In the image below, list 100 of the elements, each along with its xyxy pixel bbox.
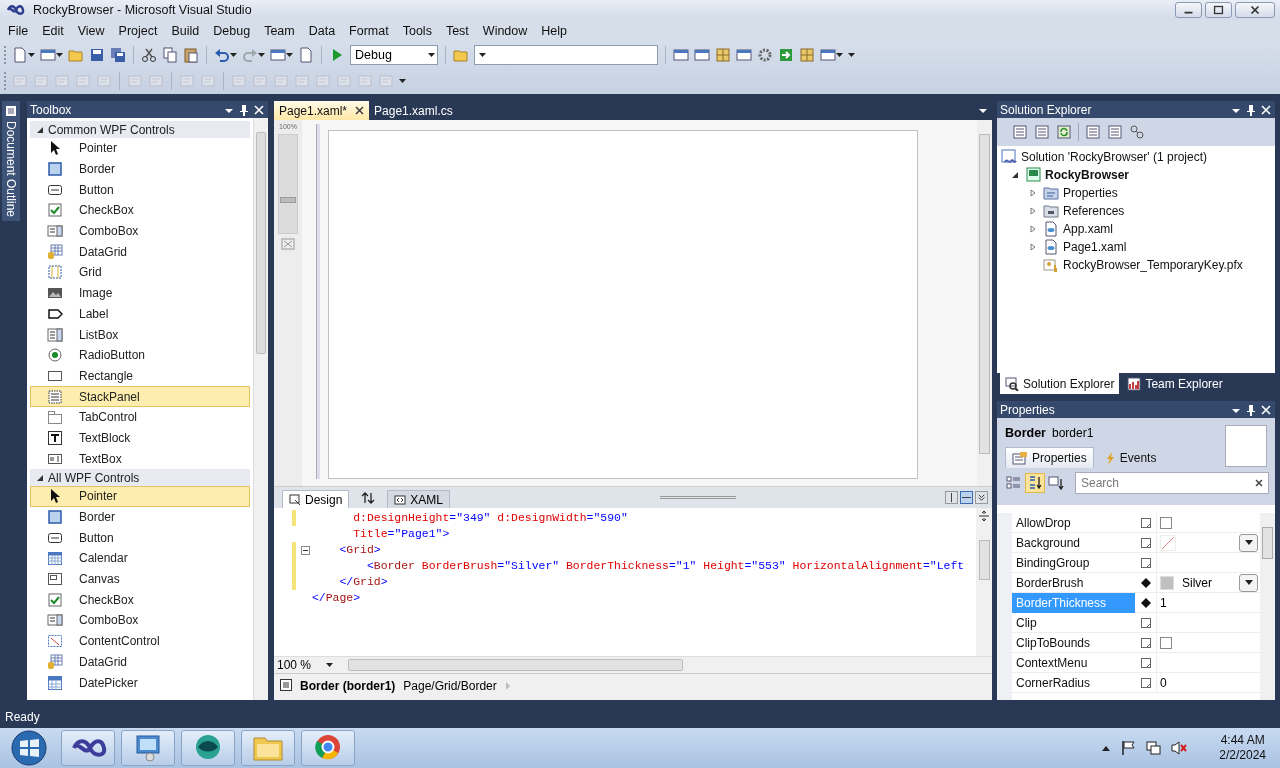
new-document-icon[interactable] xyxy=(12,47,28,63)
menu-item[interactable]: Format xyxy=(342,24,396,38)
breadcrumb-path[interactable]: Page/Grid/Border xyxy=(403,679,497,693)
breadcrumb-element[interactable]: Border (border1) xyxy=(300,679,396,693)
document-tab[interactable]: Page1.xaml* xyxy=(274,101,370,120)
layout-button[interactable] xyxy=(975,491,988,504)
collapsed-arrow-icon[interactable] xyxy=(1029,225,1037,233)
split-icon[interactable] xyxy=(978,510,990,522)
group-header[interactable]: All WPF Controls xyxy=(30,469,250,486)
toolbox-item[interactable]: CheckBox xyxy=(30,200,250,221)
gear-icon[interactable] xyxy=(757,47,773,63)
tray-arrow-icon[interactable] xyxy=(1101,744,1112,752)
window-icon[interactable] xyxy=(736,47,752,63)
pin-icon[interactable] xyxy=(239,103,249,116)
documents-icon[interactable] xyxy=(1034,124,1050,140)
default-value-icon[interactable] xyxy=(1140,617,1151,628)
property-name[interactable]: AllowDrop xyxy=(1012,512,1135,533)
tree-item[interactable]: References xyxy=(1063,204,1125,218)
scrollbar-thumb[interactable] xyxy=(979,134,990,454)
toolbox-item[interactable]: Button xyxy=(30,179,250,201)
property-name[interactable]: BorderBrush xyxy=(1012,572,1135,593)
toolbox-item[interactable]: Border xyxy=(30,158,250,180)
expanded-arrow-icon[interactable] xyxy=(1011,171,1019,179)
scrollbar-thumb[interactable] xyxy=(978,540,990,580)
panel-tab[interactable]: Events xyxy=(1097,447,1163,468)
network-icon[interactable] xyxy=(1145,740,1162,756)
zoom-slider-thumb[interactable] xyxy=(280,197,296,203)
checkbox[interactable] xyxy=(1160,516,1172,529)
taskbar-button[interactable] xyxy=(301,730,355,766)
toolbox-item[interactable]: Grid xyxy=(30,262,250,283)
toolbox-item[interactable]: TextBox xyxy=(30,448,250,469)
panel-tab[interactable]: Team Explorer xyxy=(1122,373,1228,394)
local-value-icon[interactable] xyxy=(1140,577,1151,588)
collapsed-arrow-icon[interactable] xyxy=(1029,243,1037,251)
menu-item[interactable]: View xyxy=(70,24,112,38)
navigate-icon[interactable] xyxy=(270,47,286,63)
caret-icon[interactable] xyxy=(56,52,63,58)
toolbox-item[interactable]: Label xyxy=(30,303,250,325)
toolbox-item[interactable]: Pointer xyxy=(30,486,250,507)
menu-item[interactable]: Tools xyxy=(395,24,439,38)
copy-icon[interactable] xyxy=(162,47,178,63)
dropdown-button[interactable] xyxy=(1239,573,1258,592)
toolbox-item[interactable]: DataGrid xyxy=(30,651,250,673)
taskbar-button[interactable] xyxy=(61,730,115,766)
default-value-icon[interactable] xyxy=(1140,537,1151,548)
grid-icon[interactable] xyxy=(799,47,815,63)
menu-item[interactable]: Build xyxy=(164,24,207,38)
taskbar-button[interactable] xyxy=(181,730,235,766)
menu-item[interactable]: Help xyxy=(534,24,574,38)
tree-item[interactable]: Solution 'RockyBrowser' (1 project) xyxy=(1021,150,1207,164)
default-value-icon[interactable] xyxy=(1140,517,1151,528)
document-icon[interactable] xyxy=(1085,124,1101,140)
close-icon[interactable] xyxy=(355,106,365,115)
layout-button[interactable] xyxy=(960,491,973,504)
toolbox-item[interactable]: ComboBox xyxy=(30,220,250,242)
view-mode-button[interactable] xyxy=(1005,474,1023,492)
panel-tab[interactable]: Properties xyxy=(1005,447,1094,468)
platform-dropdown[interactable] xyxy=(474,45,658,65)
menu-item[interactable]: Test xyxy=(438,24,476,38)
toolbox-item[interactable]: TabControl xyxy=(30,406,250,428)
default-value-icon[interactable] xyxy=(1140,557,1151,568)
scrollbar-thumb[interactable] xyxy=(1262,527,1273,559)
maximize-icon[interactable] xyxy=(1205,2,1232,18)
tree-item[interactable]: App.xaml xyxy=(1063,222,1114,236)
property-value[interactable]: Silver xyxy=(1182,575,1212,590)
tree-item[interactable]: RockyBrowser xyxy=(1045,168,1130,182)
diagram-icon[interactable] xyxy=(1129,124,1145,140)
toolbox-item[interactable]: CheckBox xyxy=(30,589,250,611)
scrollbar-thumb[interactable] xyxy=(348,659,683,671)
toolbox-item[interactable]: Border xyxy=(30,506,250,528)
scissors-icon[interactable] xyxy=(141,47,157,63)
property-name[interactable]: ContextMenu xyxy=(1012,652,1135,673)
property-name[interactable]: ClipToBounds xyxy=(1012,632,1135,653)
document-icon[interactable] xyxy=(298,47,314,63)
toolbox-item[interactable]: ComboBox xyxy=(30,610,250,631)
group-header[interactable]: Common WPF Controls xyxy=(30,121,250,138)
view-tab[interactable]: Design xyxy=(282,490,350,508)
undo-icon[interactable] xyxy=(214,47,230,63)
configuration-dropdown[interactable]: Debug xyxy=(350,45,438,65)
clipboard-icon[interactable] xyxy=(183,47,199,63)
toolbox-item[interactable]: StackPanel xyxy=(30,386,250,407)
collapsed-arrow-icon[interactable] xyxy=(1029,207,1037,215)
toolbox-item[interactable]: ContentControl xyxy=(30,630,250,652)
clock[interactable]: 4:44 AM 2/2/2024 xyxy=(1219,733,1266,763)
taskbar-button[interactable] xyxy=(121,730,175,766)
toolbox-item[interactable]: RadioButton xyxy=(30,344,250,366)
view-tab[interactable]: XAML xyxy=(387,490,451,508)
toolbox-item[interactable]: DatePicker xyxy=(30,672,250,693)
add-window-icon[interactable] xyxy=(40,47,56,63)
toolbox-item[interactable]: ListBox xyxy=(30,324,250,345)
view-mode-button[interactable] xyxy=(1025,473,1045,493)
caret-icon[interactable] xyxy=(230,52,237,58)
toolbox-item[interactable]: Pointer xyxy=(30,138,250,159)
default-value-icon[interactable] xyxy=(1140,657,1151,668)
property-name[interactable]: BindingGroup xyxy=(1012,552,1135,573)
menu-item[interactable]: Edit xyxy=(35,24,71,38)
menu-item[interactable]: Window xyxy=(475,24,535,38)
zoom-dropdown[interactable]: 100 % xyxy=(274,658,336,672)
arrow-box-icon[interactable] xyxy=(778,47,794,63)
menu-item[interactable]: Data xyxy=(301,24,343,38)
